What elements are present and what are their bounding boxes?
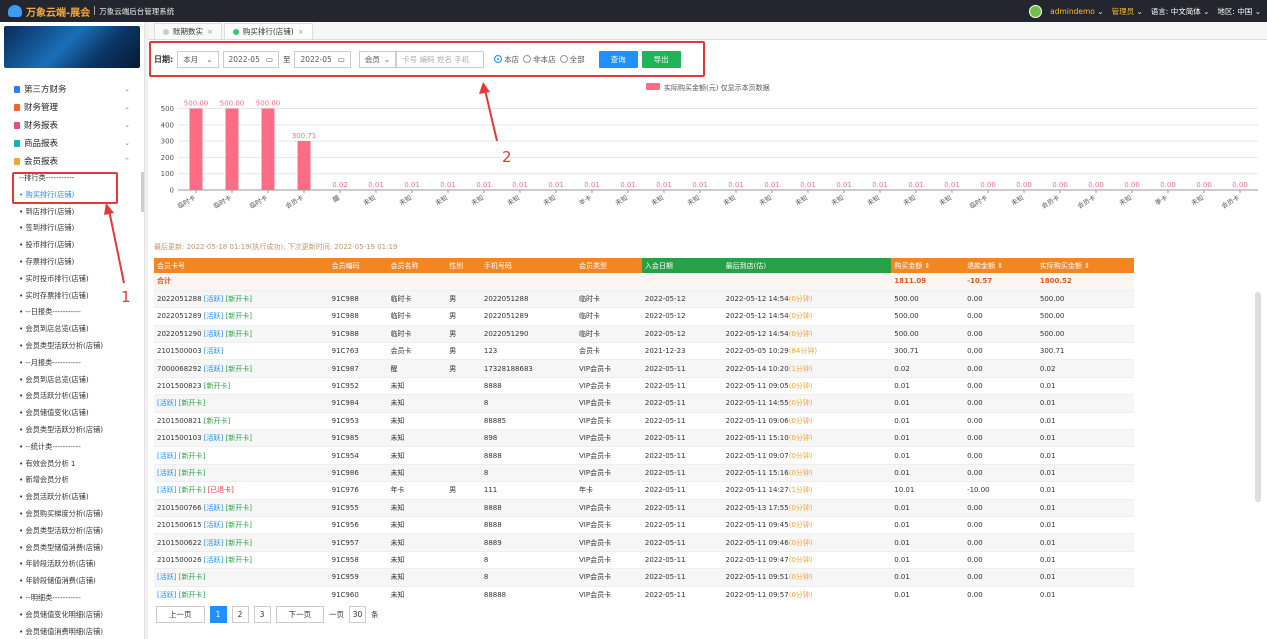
arrow-head-icon bbox=[104, 203, 114, 215]
annotation-number-2: 2 bbox=[502, 148, 512, 166]
annotation-arrows bbox=[104, 82, 498, 284]
annotation-arrow-2 bbox=[484, 89, 498, 142]
arrow-head-icon bbox=[479, 82, 490, 94]
annotation-arrow-1 bbox=[108, 209, 125, 284]
annotation-number-1: 1 bbox=[121, 288, 131, 306]
